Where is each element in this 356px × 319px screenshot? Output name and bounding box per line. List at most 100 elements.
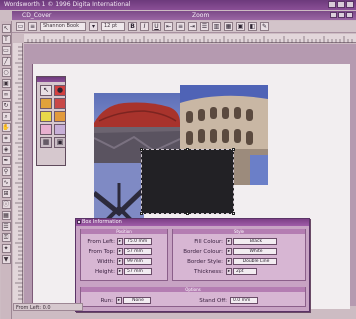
zoom-tool-icon[interactable]: ⌕ [1,112,11,121]
hand-tool-icon[interactable]: ✋ [1,123,11,132]
palette-grid: ↖ ● ▦ ▣ [37,82,66,151]
fill-colour-select[interactable]: Black [233,238,277,245]
grid-icon[interactable]: ▦ [40,137,52,148]
vertical-ruler[interactable] [13,43,23,303]
swatch-red-icon[interactable] [54,98,66,109]
minimize-button[interactable] [328,1,336,8]
fill-icon[interactable] [40,98,52,109]
fill-colour-dropdown-icon[interactable]: ▸ [226,238,232,245]
run-select[interactable]: None [123,297,151,304]
close-button[interactable] [346,1,354,8]
line-tool-icon[interactable]: ╱ [1,57,11,66]
align-center-icon[interactable]: ≡ [176,22,185,31]
table-icon[interactable]: ▦ [224,22,233,31]
zoom-label[interactable]: Zoom [192,11,209,20]
pointer-tool-icon[interactable]: ↖ [1,24,11,33]
selected-text-box[interactable] [140,148,235,215]
run-dropdown-icon[interactable]: ▸ [116,297,122,304]
style-icon[interactable]: ≡ [28,22,37,31]
box-information-dialog: Box Information Position From Left: ▸ 75… [75,218,310,312]
thickness-dropdown-icon[interactable]: ▸ [226,268,232,275]
arrow-icon[interactable]: ↖ [40,85,52,96]
border-colour-select[interactable]: White [233,248,277,255]
layers-tool-icon[interactable]: ☰ [1,222,11,231]
border-style-dropdown-icon[interactable]: ▸ [226,258,232,265]
resize-handle[interactable] [232,212,235,215]
swatch-yellow-icon[interactable] [40,111,52,122]
height-input[interactable]: 57 mm [124,268,152,275]
fill-colour-label: Fill Colour: [194,238,223,245]
eyedropper-tool-icon[interactable]: ⚲ [1,167,11,176]
from-top-row: From Top: ▸ 57 mm [83,248,152,255]
align-right-icon[interactable]: ⇥ [188,22,197,31]
star-tool-icon[interactable]: ✦ [1,244,11,253]
resize-handle[interactable] [140,148,143,151]
underline-icon[interactable]: U [152,22,161,31]
from-left-input[interactable]: 75.0 mm [124,238,152,245]
resize-handle[interactable] [186,212,189,215]
arrow-down-tool-icon[interactable]: ▼ [1,255,11,264]
swatch-pink-icon[interactable] [40,124,52,135]
height-spin-icon[interactable]: ▸ [117,268,123,275]
resize-handle[interactable] [186,148,189,151]
swatch-lilac-icon[interactable] [54,124,66,135]
fill-colour-row: Fill Colour: ▸ Black [175,238,277,245]
picture-tool-icon[interactable]: ▣ [1,79,11,88]
border-style-select[interactable]: Double Line [233,258,277,265]
grid-tool-icon[interactable]: ▦ [1,211,11,220]
text-tool-icon[interactable]: T [1,35,11,44]
bezier-tool-icon[interactable]: ∿ [1,178,11,187]
from-top-spin-icon[interactable]: ▸ [117,248,123,255]
picture-icon[interactable]: ▣ [236,22,245,31]
frame-icon[interactable]: ▣ [54,137,66,148]
tools-icon[interactable]: ✎ [260,22,269,31]
paint-icon[interactable]: ● [54,85,66,96]
font-name-select[interactable]: Shannon Book [40,22,86,31]
justify-icon[interactable]: ☰ [200,22,209,31]
width-row: Width: ▸ 99 mm [83,258,152,265]
bold-icon[interactable]: B [128,22,137,31]
dialog-close-button[interactable] [77,220,81,224]
box-tool-icon[interactable]: ▭ [1,46,11,55]
doc-maximize-button[interactable] [338,12,345,18]
horizontal-ruler[interactable] [24,34,356,43]
thickness-select[interactable]: 2pt [233,268,257,275]
status-text: From Left: 0.0 [16,305,51,311]
info-tool-icon[interactable]: ⓘ [1,200,11,209]
resize-handle[interactable] [140,212,143,215]
link-tool-icon[interactable]: ∞ [1,90,11,99]
width-input[interactable]: 99 mm [124,258,152,265]
tree-image[interactable] [94,163,144,223]
stand-off-input[interactable]: 0.0 mm [230,297,258,304]
position-group-title: Position [81,229,167,234]
width-spin-icon[interactable]: ▸ [117,258,123,265]
doc-close-button[interactable] [346,12,353,18]
font-dropdown-icon[interactable]: ▾ [89,22,98,31]
lock-tool-icon[interactable]: ⚿ [1,233,11,242]
swatch-orange-icon[interactable] [54,111,66,122]
tool-palette: ↖ ● ▦ ▣ [36,76,66,166]
maximize-button[interactable] [337,1,345,8]
from-left-spin-icon[interactable]: ▸ [117,238,123,245]
document-window-controls [330,12,353,18]
dialog-title-bar[interactable]: Box Information [76,219,309,226]
font-size-field[interactable]: 12 pt [101,22,125,31]
from-top-input[interactable]: 57 mm [124,248,152,255]
columns-icon[interactable]: ▥ [212,22,221,31]
align-left-icon[interactable]: ⇤ [164,22,173,31]
doc-minimize-button[interactable] [330,12,337,18]
options-group-title: Options [81,287,305,292]
style-group-title: Style [173,229,305,234]
rotate-tool-icon[interactable]: ↻ [1,101,11,110]
fill-tool-icon[interactable]: ◈ [1,145,11,154]
crop-tool-icon[interactable]: ⌗ [1,134,11,143]
pen-tool-icon[interactable]: ✒ [1,156,11,165]
ellipse-tool-icon[interactable]: ○ [1,68,11,77]
border-colour-dropdown-icon[interactable]: ▸ [226,248,232,255]
color-icon[interactable]: ◧ [248,22,257,31]
italic-icon[interactable]: I [140,22,149,31]
resize-handle[interactable] [232,148,235,151]
format-toolbar: ▭ ≡ Shannon Book ▾ 12 pt B I U ⇤ ≡ ⇥ ☰ ▥… [12,21,356,33]
group-tool-icon[interactable]: ⊞ [1,189,11,198]
page-icon[interactable]: ▭ [16,22,25,31]
